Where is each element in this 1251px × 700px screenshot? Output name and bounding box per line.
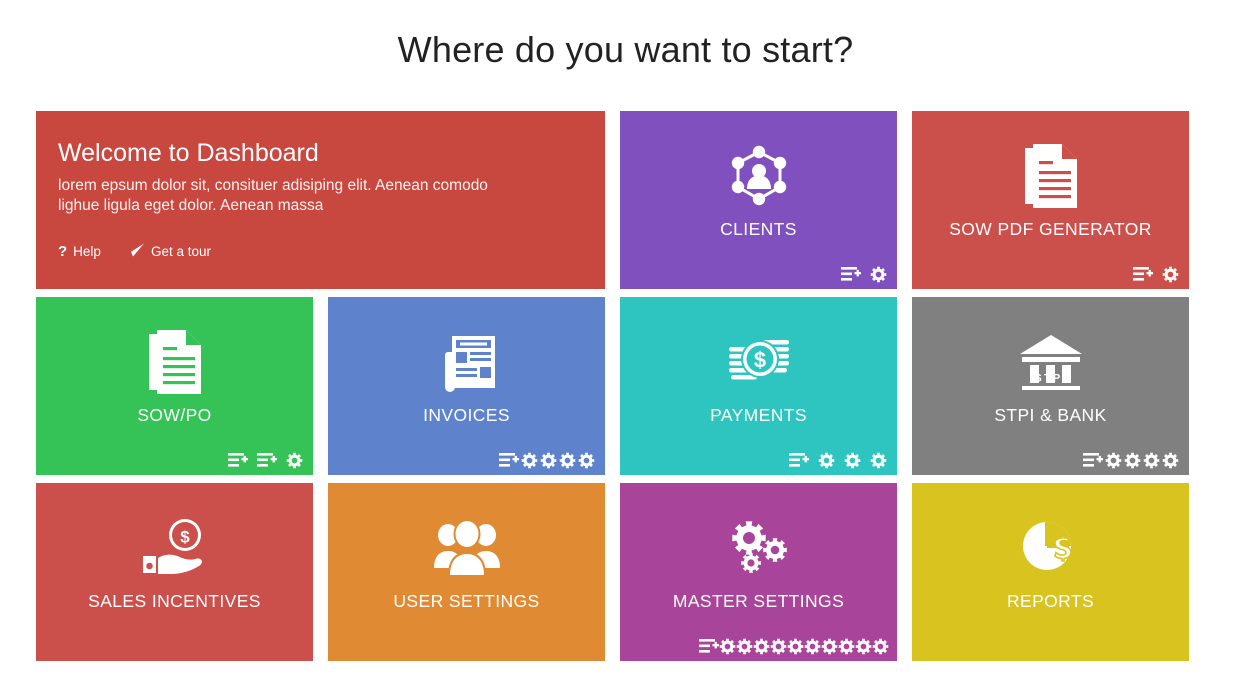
gear-icon[interactable] <box>821 638 838 655</box>
tile-sales-incentives[interactable]: $ SALES INCENTIVES <box>36 483 313 661</box>
gear-icon[interactable] <box>521 452 538 469</box>
tile-label: SOW/PO <box>137 405 212 425</box>
gear-icon[interactable] <box>1105 452 1122 469</box>
pie-chart-dollar-icon <box>1019 517 1083 579</box>
gear-icon[interactable] <box>870 266 887 283</box>
tile-label: SOW PDF GENERATOR <box>949 219 1152 239</box>
list-plus-icon[interactable] <box>1133 266 1153 283</box>
svg-text:$: $ <box>180 528 190 547</box>
welcome-actions: ? Help Get a tour <box>58 243 211 260</box>
help-link-label: Help <box>73 243 101 259</box>
tile-reports[interactable]: REPORTS <box>912 483 1189 661</box>
get-a-tour-link[interactable]: Get a tour <box>119 243 211 260</box>
gear-icon[interactable] <box>719 638 736 655</box>
gear-icon[interactable] <box>736 638 753 655</box>
tile-actions <box>499 452 595 469</box>
list-plus-icon[interactable] <box>841 266 861 283</box>
help-link[interactable]: ? Help <box>58 244 101 259</box>
gear-icon[interactable] <box>872 638 889 655</box>
document-icon <box>1024 144 1078 208</box>
list-plus-icon[interactable] <box>257 452 277 469</box>
tile-payments[interactable]: $ PAYMENTS <box>620 297 897 475</box>
svg-text:$: $ <box>753 348 765 373</box>
tile-label: USER SETTINGS <box>393 591 540 611</box>
bank-icon: STPI <box>1018 331 1084 393</box>
gear-icon[interactable] <box>844 452 861 469</box>
tile-master-settings[interactable]: MASTER SETTINGS <box>620 483 897 661</box>
gear-icon[interactable] <box>838 638 855 655</box>
gear-icon[interactable] <box>578 452 595 469</box>
gear-icon[interactable] <box>818 452 835 469</box>
list-plus-icon[interactable] <box>699 638 719 655</box>
tile-sow-po[interactable]: SOW/PO <box>36 297 313 475</box>
tile-actions <box>1083 452 1179 469</box>
tile-invoices[interactable]: INVOICES <box>328 297 605 475</box>
welcome-body-text: lorem epsum dolor sit, consituer adisipi… <box>58 176 488 215</box>
gear-icon[interactable] <box>804 638 821 655</box>
list-plus-icon[interactable] <box>228 452 248 469</box>
users-group-icon <box>433 517 501 579</box>
tile-label: INVOICES <box>423 405 510 425</box>
tile-label: MASTER SETTINGS <box>672 591 845 611</box>
tile-actions <box>699 638 889 655</box>
welcome-card: Welcome to Dashboard lorem epsum dolor s… <box>36 111 605 289</box>
get-a-tour-label: Get a tour <box>150 243 211 259</box>
tile-user-settings[interactable]: USER SETTINGS <box>328 483 605 661</box>
list-plus-icon[interactable] <box>1083 452 1103 469</box>
coins-dollar-icon: $ <box>727 331 791 393</box>
tile-label: PAYMENTS <box>710 405 807 425</box>
newspaper-icon <box>437 331 497 393</box>
gear-icon[interactable] <box>1143 452 1160 469</box>
question-mark-icon: ? <box>58 242 68 260</box>
page-title: Where do you want to start? <box>397 29 854 70</box>
list-plus-icon[interactable] <box>499 452 519 469</box>
tile-label: REPORTS <box>1006 591 1095 611</box>
tile-actions <box>841 266 887 283</box>
gear-icon[interactable] <box>540 452 557 469</box>
tile-clients[interactable]: CLIENTS <box>620 111 897 289</box>
tile-stpi-bank[interactable]: STPI STPI & BANK <box>912 297 1189 475</box>
tile-actions <box>789 452 887 469</box>
svg-text:STPI: STPI <box>1034 373 1067 385</box>
gear-icon[interactable] <box>559 452 576 469</box>
tile-label: CLIENTS <box>720 219 797 239</box>
gear-icon[interactable] <box>787 638 804 655</box>
tile-label: STPI & BANK <box>994 405 1107 425</box>
dashboard-page: Where do you want to start? Welcome to D… <box>0 0 1251 700</box>
gear-icon[interactable] <box>753 638 770 655</box>
welcome-title: Welcome to Dashboard <box>58 139 319 167</box>
tile-sow-pdf-generator[interactable]: SOW PDF GENERATOR <box>912 111 1189 289</box>
paper-plane-icon <box>119 243 145 260</box>
gear-icon[interactable] <box>870 452 887 469</box>
hand-coin-icon: $ <box>141 517 209 579</box>
gears-icon <box>725 517 793 579</box>
tile-actions <box>1133 266 1179 283</box>
gear-icon[interactable] <box>855 638 872 655</box>
gear-icon[interactable] <box>1124 452 1141 469</box>
tile-actions <box>228 452 303 469</box>
tile-grid: Welcome to Dashboard lorem epsum dolor s… <box>36 111 1191 661</box>
gear-icon[interactable] <box>1162 452 1179 469</box>
document-icon <box>148 330 202 394</box>
gear-icon[interactable] <box>770 638 787 655</box>
list-plus-icon[interactable] <box>789 452 809 469</box>
gear-icon[interactable] <box>1162 266 1179 283</box>
clients-network-icon <box>727 145 791 207</box>
gear-icon[interactable] <box>286 452 303 469</box>
tile-label: SALES INCENTIVES <box>88 591 261 611</box>
